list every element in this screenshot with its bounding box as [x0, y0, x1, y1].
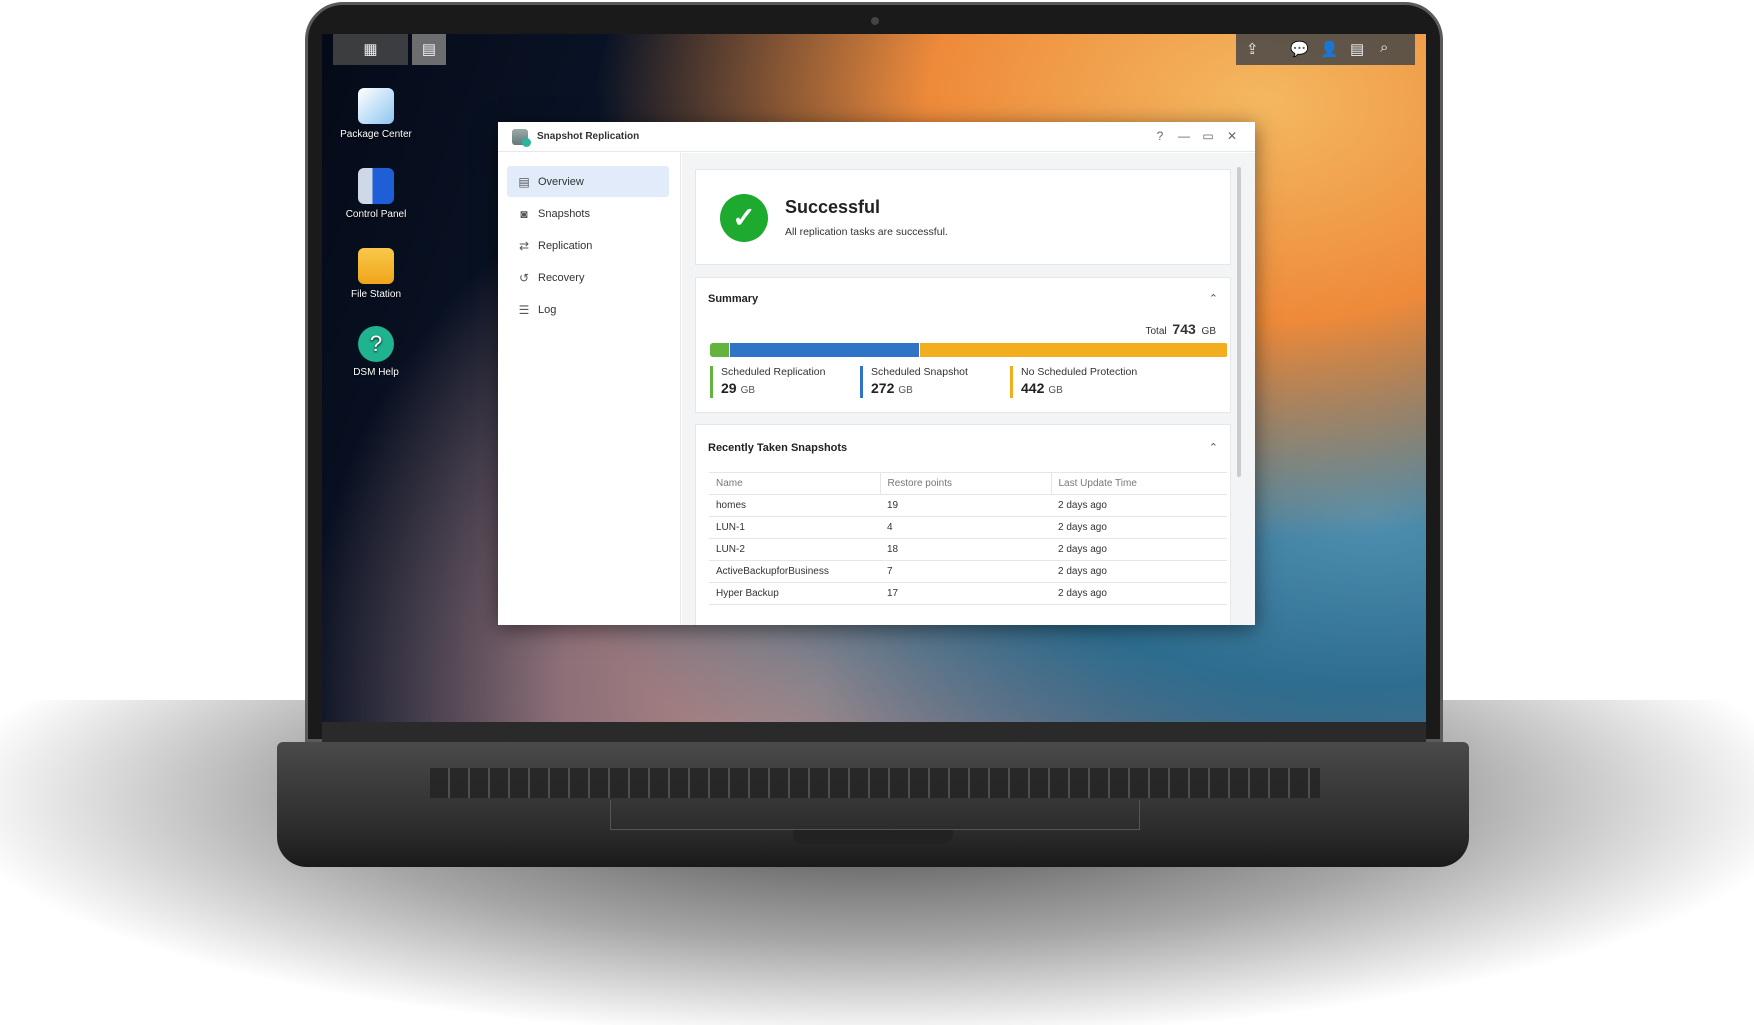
user-icon[interactable]: 👤	[1320, 40, 1339, 58]
sidebar-item-overview[interactable]: ▤ Overview	[507, 166, 669, 197]
main-content: ✓ Successful All replication tasks are s…	[682, 153, 1255, 625]
desktop-label: Control Panel	[345, 209, 407, 220]
table-row[interactable]: Hyper Backup 17 2 days ago	[709, 582, 1227, 605]
main-menu-icon: ▦	[363, 41, 378, 58]
scrollbar[interactable]	[1237, 167, 1241, 477]
base-notch	[793, 830, 953, 844]
recent-snapshots-card: Recently Taken Snapshots ⌃ Name Restore …	[695, 424, 1231, 625]
usage-segment	[919, 343, 1228, 357]
window-titlebar[interactable]: Snapshot Replication	[498, 122, 1255, 152]
status-message: All replication tasks are successful.	[785, 226, 948, 238]
sidebar-item-label: Replication	[538, 239, 593, 252]
table-cell: 19	[880, 494, 1051, 517]
status-card: ✓ Successful All replication tasks are s…	[695, 169, 1231, 265]
desktop-icon-file-station[interactable]: File Station	[326, 248, 426, 301]
collapse-summary-button[interactable]: ⌃	[1209, 292, 1218, 305]
desktop-icon-dsm-help[interactable]: ? DSM Help	[326, 326, 426, 379]
taskbar-app-snapshot-replication[interactable]: ▤	[412, 34, 446, 65]
maximize-button[interactable]: ▭	[1200, 129, 1216, 143]
column-header-restore-points[interactable]: Restore points	[880, 472, 1052, 495]
table-cell: 4	[880, 516, 1051, 539]
column-header-last-update[interactable]: Last Update Time	[1051, 472, 1227, 495]
help-button[interactable]: ?	[1152, 129, 1168, 143]
table-row[interactable]: homes 19 2 days ago	[709, 494, 1227, 517]
snapshot-replication-app-icon	[512, 128, 531, 147]
sidebar-item-recovery[interactable]: ↺ Recovery	[507, 262, 669, 293]
table-cell: LUN-1	[709, 516, 880, 539]
snapshot-replication-window: Snapshot Replication ? — ▭ ✕ ▤ Overview ◙…	[498, 122, 1255, 625]
legend-no-scheduled-protection: No Scheduled Protection 442 GB	[1010, 366, 1137, 398]
status-title: Successful	[785, 197, 881, 217]
usage-segment	[730, 343, 920, 357]
snapshot-replication-app-icon: ▤	[421, 41, 437, 58]
table-cell: 2 days ago	[1051, 582, 1227, 605]
legend-scheduled-replication: Scheduled Replication 29 GB	[710, 366, 826, 398]
snapshots-table: Name Restore points Last Update Time hom…	[709, 472, 1227, 605]
desktop-label: DSM Help	[353, 367, 399, 378]
widgets-icon[interactable]: ▤	[1350, 40, 1364, 58]
table-row[interactable]: LUN-1 4 2 days ago	[709, 516, 1227, 539]
list-icon: ☰	[518, 302, 530, 317]
sidebar: ▤ Overview ◙ Snapshots ⇄ Replication ↺ Recov…	[498, 153, 681, 625]
system-tray: ⇪ 💬 👤 ▤ ⌕	[1236, 34, 1415, 65]
replication-icon: ⇄	[518, 238, 530, 253]
table-cell: 17	[880, 582, 1051, 605]
table-cell: homes	[709, 494, 880, 517]
screen-chin	[322, 722, 1426, 742]
summary-title: Summary	[708, 293, 759, 305]
table-row[interactable]: LUN-2 18 2 days ago	[709, 538, 1227, 561]
table-cell: ActiveBackupforBusiness	[709, 560, 880, 583]
sidebar-item-replication[interactable]: ⇄ Replication	[507, 230, 669, 261]
sidebar-item-snapshots[interactable]: ◙ Snapshots	[507, 198, 669, 229]
package-center-icon	[358, 88, 394, 124]
sidebar-item-log[interactable]: ☰ Log	[507, 294, 669, 325]
file-station-icon	[358, 248, 394, 284]
close-button[interactable]: ✕	[1224, 129, 1240, 143]
overview-icon: ▤	[518, 174, 530, 189]
usage-segment	[710, 343, 731, 357]
collapse-snapshots-button[interactable]: ⌃	[1209, 441, 1218, 454]
table-cell: 2 days ago	[1051, 538, 1227, 561]
control-panel-icon	[358, 168, 394, 204]
summary-usage-bar	[710, 343, 1228, 357]
table-cell: 2 days ago	[1051, 516, 1227, 539]
column-header-name[interactable]: Name	[709, 472, 881, 495]
desktop-icon-control-panel[interactable]: Control Panel	[326, 168, 426, 221]
summary-total: Total 743 GB	[1145, 321, 1217, 337]
window-title: Snapshot Replication	[537, 131, 640, 142]
recent-snapshots-title: Recently Taken Snapshots	[708, 442, 848, 454]
keyboard	[430, 768, 1320, 798]
minimize-button[interactable]: —	[1176, 129, 1192, 143]
table-cell: LUN-2	[709, 538, 880, 561]
success-check-icon: ✓	[720, 194, 768, 242]
sidebar-item-label: Recovery	[538, 271, 585, 284]
table-cell: 18	[880, 538, 1051, 561]
history-icon: ↺	[518, 270, 530, 285]
search-icon[interactable]: ⌕	[1380, 39, 1388, 56]
sidebar-item-label: Log	[538, 303, 557, 316]
notification-icon[interactable]: 💬	[1290, 40, 1309, 58]
help-icon: ?	[358, 326, 394, 362]
table-cell: 2 days ago	[1051, 494, 1227, 517]
main-menu-button[interactable]: ▦	[333, 34, 408, 65]
camera	[871, 17, 879, 25]
table-cell: 7	[880, 560, 1051, 583]
table-cell: Hyper Backup	[709, 582, 880, 605]
sidebar-item-label: Overview	[538, 175, 584, 188]
upload-icon[interactable]: ⇪	[1246, 40, 1259, 58]
table-row[interactable]: ActiveBackupforBusiness 7 2 days ago	[709, 560, 1227, 583]
sidebar-item-label: Snapshots	[538, 207, 590, 220]
desktop-label: File Station	[350, 289, 402, 300]
table-cell: 2 days ago	[1051, 560, 1227, 583]
camera-icon: ◙	[520, 206, 528, 221]
legend-scheduled-snapshot: Scheduled Snapshot 272 GB	[860, 366, 968, 398]
trackpad	[610, 800, 1140, 830]
desktop-label: Package Center	[340, 129, 412, 140]
summary-card: Summary ⌃ Total 743 GB Scheduled Replica…	[695, 277, 1231, 413]
desktop-icon-package-center[interactable]: Package Center	[326, 88, 426, 141]
